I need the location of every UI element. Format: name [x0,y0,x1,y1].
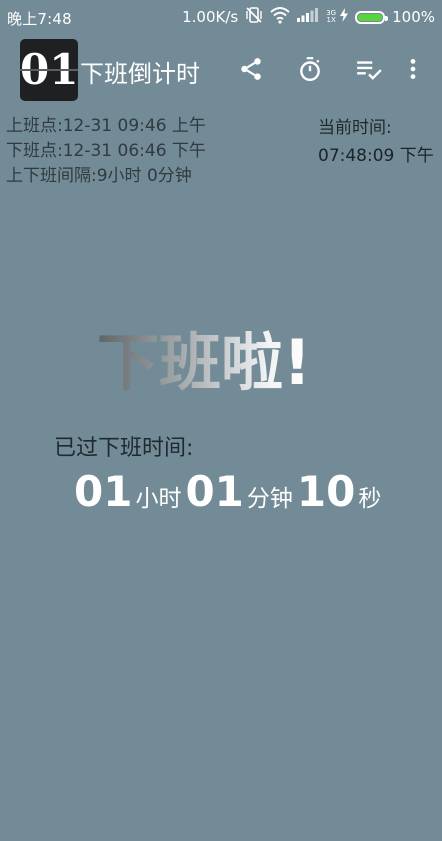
app-logo: 01 [20,39,78,101]
current-time-value: 07:48:09 下午 [318,146,434,166]
schedule-info: 上班点:12-31 09:46 上午 下班点:12-31 06:46 下午 上下… [6,114,206,189]
seconds-unit: 秒 [358,486,382,512]
app-screen: 晚上7:48 1.00K/s 3G 1X 100% 01 下班倒计时 上班点:1… [0,0,442,841]
off-work-message: 下班啦! [97,323,311,403]
timer-icon [300,57,320,82]
battery-icon [355,10,389,24]
current-time-label: 当前时间: [318,118,392,138]
share-button[interactable] [236,54,266,84]
network-type: 3G 1X [326,10,336,24]
app-title: 下班倒计时 [80,60,200,88]
playlist-check-icon [357,61,382,80]
charging-icon [340,8,349,26]
hours-unit: 小时 [135,486,182,512]
seconds-value: 10 [296,467,356,516]
hours-value: 01 [74,467,133,516]
battery-level [358,13,383,21]
end-time-line: 下班点:12-31 06:46 下午 [6,141,206,161]
elapsed-label: 已过下班时间: [54,436,194,461]
status-indicators: 1.00K/s 3G 1X 100% [182,6,435,28]
minutes-unit: 分钟 [246,486,293,512]
minutes-value: 01 [185,467,244,516]
more-options-button[interactable] [398,54,428,84]
network-speed: 1.00K/s [182,8,239,26]
signal-icon [297,8,319,26]
timer-button[interactable] [295,54,325,84]
status-bar: 晚上7:48 1.00K/s 3G 1X 100% [0,0,442,34]
wifi-icon [270,6,290,28]
elapsed-countdown: 01 小时 01 分钟 10 秒 [74,468,385,516]
network-type-bottom: 1X [326,16,336,24]
start-time-line: 上班点:12-31 09:46 上午 [6,116,206,136]
more-vert-icon [410,59,416,79]
current-time-block: 当前时间: 07:48:09 下午 [318,114,434,170]
interval-line: 上下班间隔:9小时 0分钟 [6,166,192,186]
task-list-button[interactable] [354,54,384,84]
vibrate-off-icon [245,6,263,28]
status-time: 晚上7:48 [7,10,72,28]
app-toolbar: 01 下班倒计时 [0,36,442,102]
battery-percent: 100% [392,8,435,26]
share-icon [241,58,261,80]
